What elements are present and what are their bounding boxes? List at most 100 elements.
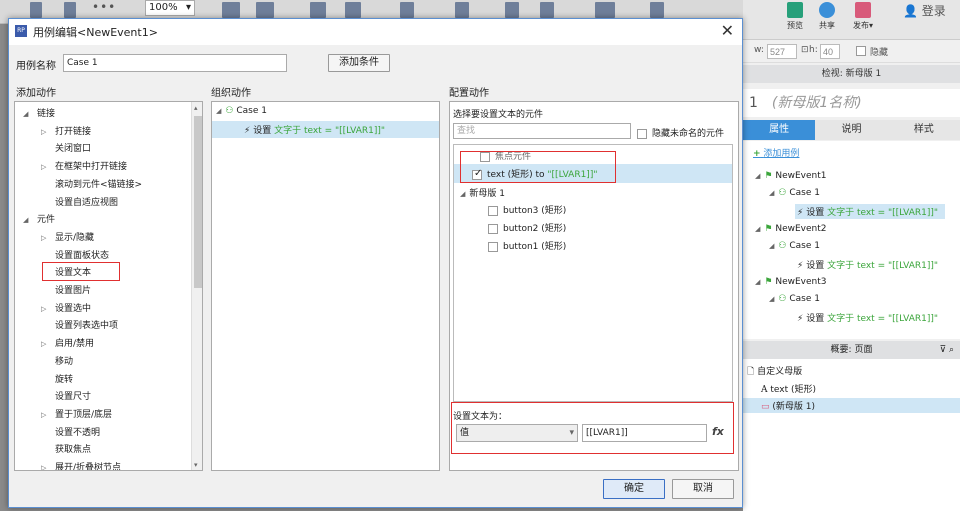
action-row[interactable]: ⚡ 设置 文字于 text = "[[LVAR1]]": [795, 204, 945, 219]
case-icon: ⚇: [778, 294, 787, 304]
event-row[interactable]: ◢ ⚑ NewEvent2: [755, 224, 826, 234]
expand-icon[interactable]: ▷: [41, 411, 51, 419]
action-item[interactable]: 设置图片: [41, 283, 91, 296]
tab-style[interactable]: 样式: [888, 120, 960, 140]
action-item[interactable]: 设置列表选中项: [41, 318, 118, 331]
action-item[interactable]: 滚动到元件<锚链接>: [41, 177, 142, 190]
action-row[interactable]: ⚡ 设置 文字于 text = "[[LVAR1]]": [797, 311, 938, 324]
pen-icon[interactable]: [64, 2, 76, 18]
action-item[interactable]: ▷ 置于顶层/底层: [41, 407, 112, 420]
action-item[interactable]: ▷ 打开链接: [41, 124, 91, 137]
checkbox[interactable]: [637, 128, 647, 139]
filter-icon[interactable]: ⊽ ⌕: [940, 341, 955, 359]
action-item[interactable]: 旋转: [41, 372, 73, 385]
action-item[interactable]: ▷ 显示/隐藏: [41, 230, 94, 243]
widget-item[interactable]: button3 (矩形): [488, 203, 566, 216]
action-item[interactable]: ▷ 在框架中打开链接: [41, 159, 127, 172]
collapse-icon[interactable]: ◢: [23, 216, 33, 224]
share-button[interactable]: 共享: [817, 2, 837, 31]
action-item[interactable]: 获取焦点: [41, 442, 91, 455]
chevron-down-icon[interactable]: ▾: [194, 461, 198, 469]
height-input[interactable]: [820, 44, 840, 59]
widget-group[interactable]: ◢ 新母版 1: [460, 186, 505, 199]
action-item[interactable]: ◢ 链接: [23, 106, 55, 119]
layer-front-icon[interactable]: [222, 2, 240, 18]
widget-item[interactable]: button2 (矩形): [488, 221, 566, 234]
outline-item[interactable]: A text (矩形): [761, 382, 816, 395]
distribute-v-icon[interactable]: [650, 2, 664, 18]
action-item[interactable]: ▷ 启用/禁用: [41, 336, 94, 349]
hidden-checkbox[interactable]: [856, 46, 866, 56]
organize-tree: ◢ ⚇ Case 1 ⚡ 设置 文字于 text = "[[LVAR1]]": [211, 101, 440, 471]
expand-icon[interactable]: ▷: [41, 340, 51, 348]
case-row[interactable]: ◢ ⚇ Case 1: [216, 106, 267, 116]
checkbox[interactable]: [488, 223, 498, 234]
plus-icon: +: [753, 149, 761, 159]
action-item[interactable]: 移动: [41, 354, 73, 367]
expand-icon[interactable]: ▷: [41, 464, 51, 470]
tab-properties[interactable]: 属性: [743, 120, 816, 140]
action-item[interactable]: 关闭窗口: [41, 141, 91, 154]
hide-unnamed-checkbox[interactable]: 隐藏未命名的元件: [637, 126, 724, 139]
group-icon[interactable]: [310, 2, 326, 18]
align-left-icon[interactable]: [400, 2, 414, 18]
case-editor-dialog: RP 用例编辑<NewEvent1> ✕ 用例名称 Case 1 添加条件 添加…: [8, 18, 743, 508]
close-icon[interactable]: ✕: [721, 21, 734, 40]
layer-back-icon[interactable]: [256, 2, 274, 18]
case-row[interactable]: ◢ ⚇ Case 1: [769, 294, 820, 304]
more-icon[interactable]: •••: [92, 0, 116, 14]
event-row[interactable]: ◢ ⚑ NewEvent3: [755, 277, 826, 287]
publish-label: 发布▾: [852, 21, 873, 30]
collapse-icon[interactable]: ◢: [23, 110, 33, 118]
unlock-icon[interactable]: [540, 2, 554, 18]
scrollbar-thumb[interactable]: [194, 116, 202, 288]
action-item[interactable]: ◢ 元件: [23, 212, 55, 225]
action-item[interactable]: ▷ 设置选中: [41, 301, 91, 314]
align-center-icon[interactable]: [455, 2, 469, 18]
case-name-input[interactable]: Case 1: [63, 54, 287, 72]
ungroup-icon[interactable]: [345, 2, 361, 18]
search-input[interactable]: 查找: [453, 123, 631, 139]
expand-icon[interactable]: ▷: [41, 234, 51, 242]
page-name[interactable]: (新母版1名称): [772, 95, 862, 111]
chevron-up-icon[interactable]: ▴: [194, 104, 198, 112]
preview-button[interactable]: 预览: [785, 2, 805, 31]
login-button[interactable]: 👤 登录: [903, 2, 946, 19]
organize-action-title: 组织动作: [211, 88, 251, 99]
case-row[interactable]: ◢ ⚇ Case 1: [769, 241, 820, 251]
checkbox[interactable]: [488, 205, 498, 216]
publish-button[interactable]: 发布▾: [849, 2, 877, 31]
expand-icon[interactable]: ▷: [41, 128, 51, 136]
arrange-icon[interactable]: [30, 2, 42, 18]
action-row[interactable]: ⚡ 设置 文字于 text = "[[LVAR1]]": [212, 121, 439, 138]
expand-icon: ◢: [460, 190, 466, 198]
outline-item[interactable]: 🗋 自定义母版: [747, 364, 802, 380]
widget-item[interactable]: button1 (矩形): [488, 239, 566, 252]
action-item[interactable]: 设置自适应视图: [41, 195, 118, 208]
right-panel: 预览 共享 发布▾ 👤 登录 w: ⊡ h: 隐藏 检视: 新母版 1 1 (新母…: [743, 0, 960, 511]
case-row[interactable]: ◢ ⚇ Case 1: [769, 188, 820, 198]
ok-button[interactable]: 确定: [603, 479, 665, 499]
expand-icon[interactable]: ▷: [41, 305, 51, 313]
lock-icon[interactable]: [505, 2, 519, 18]
app-logo-icon: RP: [15, 25, 27, 37]
expand-icon: ◢: [769, 189, 775, 197]
expand-icon[interactable]: ▷: [41, 163, 51, 171]
zoom-select[interactable]: 100% ▾: [145, 0, 195, 16]
scrollbar[interactable]: ▴ ▾: [191, 102, 202, 470]
action-item[interactable]: ▷ 展开/折叠树节点: [41, 460, 121, 470]
event-icon: ⚑: [764, 224, 773, 234]
event-row[interactable]: ◢ ⚑ NewEvent1: [755, 171, 826, 181]
action-item[interactable]: 设置尺寸: [41, 389, 91, 402]
width-input[interactable]: [767, 44, 797, 59]
distribute-icon[interactable]: [595, 2, 615, 18]
action-row[interactable]: ⚡ 设置 文字于 text = "[[LVAR1]]": [797, 258, 938, 271]
add-condition-button[interactable]: 添加条件: [328, 54, 390, 72]
action-item[interactable]: 设置不透明: [41, 425, 100, 438]
checkbox[interactable]: [488, 241, 498, 252]
outline-item[interactable]: ▭ (新母版 1): [743, 398, 960, 413]
action-item[interactable]: 设置面板状态: [41, 248, 109, 261]
tab-notes[interactable]: 说明: [815, 120, 887, 140]
cancel-button[interactable]: 取消: [672, 479, 734, 499]
add-case-link[interactable]: + 添加用例: [753, 146, 799, 159]
